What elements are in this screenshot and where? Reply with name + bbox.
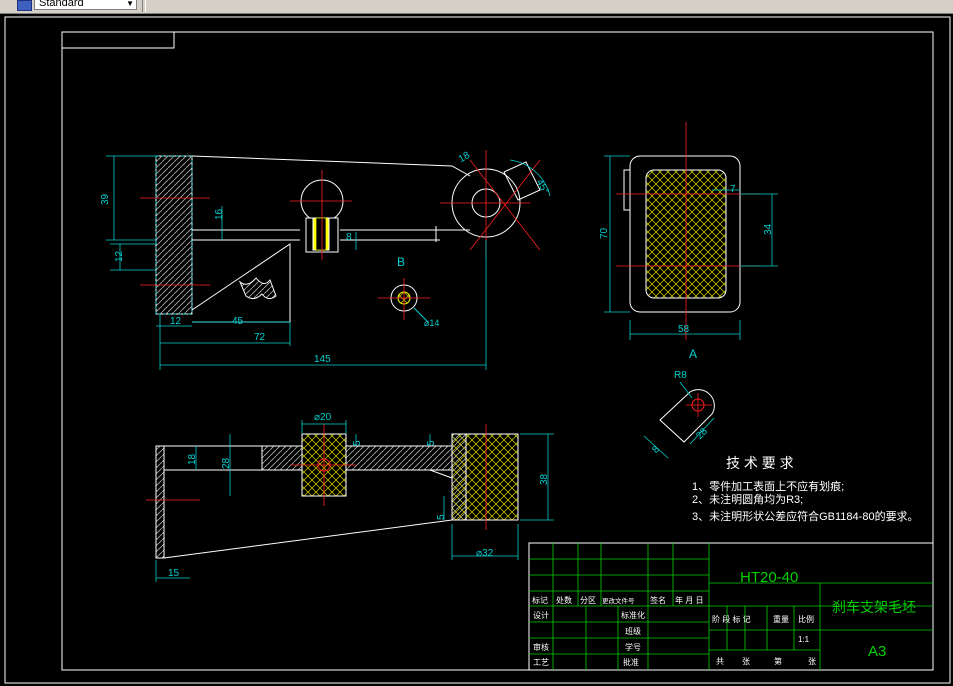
tech-line-1: 1、零件加工表面上不应有划痕; xyxy=(692,479,844,493)
title-block: 标记 处数 分区 更改文件号 签名 年 月 日 设计 标准化 班级 审核 学号 … xyxy=(528,542,934,671)
tb-approve: 批准 xyxy=(623,657,639,667)
tb-sheet-label2: 张 xyxy=(808,657,816,666)
layer-icon[interactable] xyxy=(17,0,32,11)
tb-weight: 重量 xyxy=(773,614,789,624)
dim-28b: 28 xyxy=(694,426,710,442)
layer-combo-value: Standard xyxy=(39,0,84,9)
tb-student-id: 学号 xyxy=(625,642,641,652)
dim-d14: ⌀14 xyxy=(424,318,439,328)
dim-39: 39 xyxy=(100,193,111,205)
dim-18b: 18 xyxy=(187,453,198,465)
tb-count: 处数 xyxy=(556,595,572,605)
dim-145: 145 xyxy=(314,354,331,365)
dim-d20: ⌀20 xyxy=(314,412,332,423)
tb-class: 班级 xyxy=(625,626,641,636)
tb-stage-mark: 阶 段 标 记 xyxy=(712,614,751,624)
dim-r8: R8 xyxy=(674,370,687,381)
tb-total: 共 xyxy=(716,657,724,666)
dim-8b: 8 xyxy=(650,444,662,456)
tb-sheet-label: 张 xyxy=(742,657,750,666)
tb-design: 设计 xyxy=(533,610,549,620)
tb-process: 工艺 xyxy=(533,658,549,667)
dim-34: 34 xyxy=(763,223,774,235)
view-label-b: B xyxy=(397,255,405,269)
dim-5b: 5 xyxy=(426,440,437,446)
tb-scale: 1:1 xyxy=(798,635,810,644)
view-label-a: A xyxy=(689,347,697,361)
dim-70: 70 xyxy=(599,227,610,239)
dim-7: 7 xyxy=(730,184,736,195)
side-view: 70 58 34 7 xyxy=(599,122,778,340)
tb-sheet-no: 第 xyxy=(774,656,782,666)
dim-8: 8 xyxy=(346,232,352,243)
dim-16: 16 xyxy=(214,208,225,220)
top-view: ⌀20 5 5 18 28 38 5 ⌀32 15 xyxy=(146,412,554,582)
dim-45: 45 xyxy=(232,316,244,327)
tb-review: 审核 xyxy=(533,642,549,652)
tb-date: 年 月 日 xyxy=(675,595,703,605)
tb-material: HT20-40 xyxy=(740,569,798,586)
drawing-canvas[interactable]: 39 12 12 45 72 145 16 8 18 45° B ⌀14 70 … xyxy=(0,14,953,686)
dim-d32: ⌀32 xyxy=(476,548,494,559)
dim-45deg: 45° xyxy=(534,178,551,197)
toolbar-divider xyxy=(142,0,146,12)
dim-12b: 12 xyxy=(170,316,182,327)
section-b: B ⌀14 xyxy=(378,255,439,328)
dim-58: 58 xyxy=(678,324,690,335)
dim-28: 28 xyxy=(221,457,232,469)
tb-ratio: 比例 xyxy=(798,614,814,624)
tb-sign: 签名 xyxy=(650,595,666,605)
tb-mark: 标记 xyxy=(532,595,548,605)
view-a: A R8 8 28 xyxy=(643,347,715,459)
tb-sheet-size: A3 xyxy=(868,643,886,660)
tb-standardize: 标准化 xyxy=(621,610,645,620)
dim-72: 72 xyxy=(254,332,266,343)
chevron-down-icon[interactable]: ▼ xyxy=(126,0,134,9)
tech-line-2: 2、未注明圆角均为R3; xyxy=(692,492,803,506)
dim-38: 38 xyxy=(539,473,550,485)
dim-12a: 12 xyxy=(114,250,125,262)
dim-18: 18 xyxy=(457,150,473,165)
tech-title: 技 术 要 求 xyxy=(726,455,794,471)
front-view: 39 12 12 45 72 145 16 8 18 45° xyxy=(100,150,551,370)
dim-5a: 5 xyxy=(352,440,363,446)
dim-5c: 5 xyxy=(436,514,447,520)
layer-combo[interactable]: Standard ▼ xyxy=(34,0,137,10)
tb-docno: 更改文件号 xyxy=(602,596,635,605)
tb-zone: 分区 xyxy=(580,596,596,605)
technical-requirements: 技 术 要 求 1、零件加工表面上不应有划痕; 2、未注明圆角均为R3; 3、未… xyxy=(692,455,919,523)
toolbar: Standard ▼ xyxy=(0,0,953,14)
tb-part-name: 刹车支架毛坯 xyxy=(832,599,916,615)
tech-line-3: 3、未注明形状公差应符合GB1184-80的要求。 xyxy=(692,509,919,523)
dim-15: 15 xyxy=(168,568,180,579)
